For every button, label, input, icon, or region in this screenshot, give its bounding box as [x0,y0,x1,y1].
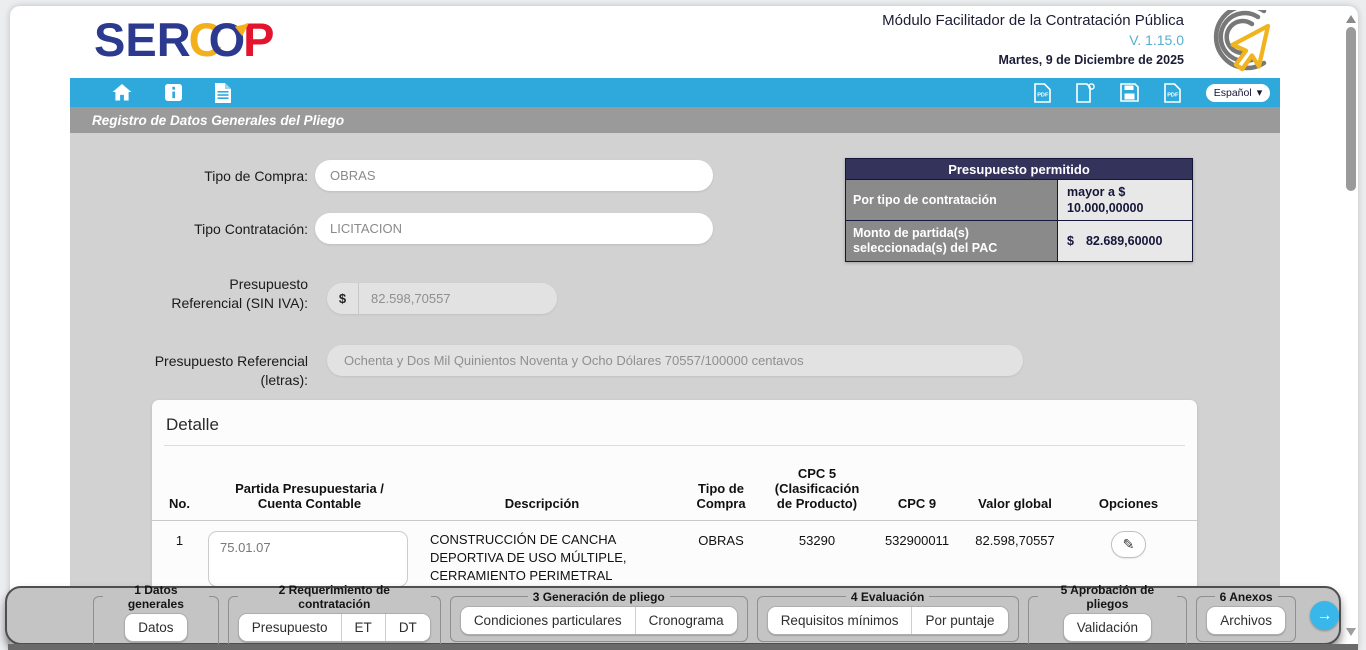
tipo-contratacion-label: Tipo Contratación: [138,220,308,239]
pdf-print-icon[interactable]: PDF [1164,83,1181,103]
save-icon[interactable] [1120,83,1139,102]
pp-row1-label: Por tipo de contratación [846,180,1058,220]
vertical-scrollbar [1344,6,1358,650]
new-document-icon[interactable] [1076,83,1095,103]
datos-button[interactable]: Datos [124,613,187,642]
col-header-partida: Partida Presupuestaria / Cuenta Contable [207,481,412,511]
tipo-compra-input[interactable]: OBRAS [315,160,713,191]
logo-text-o: O [209,13,246,66]
dt-button[interactable]: DT [386,614,430,641]
row-cpc5: 53290 [770,531,864,548]
pp-row2-amount: 82.689,60000 [1086,233,1162,249]
et-button[interactable]: ET [342,614,386,641]
page-title: Registro de Datos Generales del Pliego [70,107,1280,133]
col-header-cpc5: CPC 5 (Clasificación de Producto) [770,466,864,511]
info-icon[interactable] [165,84,182,101]
pp-row2-value: $ 82.689,60000 [1058,221,1192,261]
por-puntaje-button[interactable]: Por puntaje [912,607,1007,634]
validacion-button[interactable]: Validación [1063,613,1152,642]
col-header-opciones: Opciones [1060,496,1197,511]
form-area: Tipo de Compra: OBRAS Tipo Contratación:… [70,133,1280,650]
app-date: Martes, 9 de Diciembre de 2025 [882,53,1184,67]
tipo-compra-label: Tipo de Compra: [158,167,308,186]
row-valor-global: 82.598,70557 [970,531,1060,548]
home-icon[interactable] [112,84,132,101]
presupuesto-siniva-value: 82.598,70557 [359,291,451,306]
nav-group-legend: 6 Anexos [1215,590,1278,604]
row-cpc9: 532900011 [864,531,970,548]
app-header: SERCOP Módulo Facilitador de la Contrata… [70,6,1280,78]
edit-row-button[interactable]: ✎ [1111,531,1146,558]
tipo-contratacion-input[interactable]: LICITACION [315,213,713,244]
presupuesto-button[interactable]: Presupuesto [239,614,342,641]
nav-group-legend: 4 Evaluación [846,590,929,604]
nav-group-legend: 1 Datos generales [103,583,209,611]
currency-prefix: $ [327,283,359,314]
presupuesto-letras-input: Ochenta y Dos Mil Quinientos Noventa y O… [327,345,1023,376]
row-no: 1 [152,531,207,548]
nav-group-evaluacion: 4 Evaluación Requisitos mínimos Por punt… [757,590,1019,642]
col-header-valor-global: Valor global [970,496,1060,511]
language-selected-value: Español [1214,87,1252,99]
next-arrow-icon: → [1317,607,1333,625]
requisitos-minimos-button[interactable]: Requisitos mínimos [768,607,913,634]
condiciones-particulares-button[interactable]: Condiciones particulares [461,607,636,634]
language-select[interactable]: Español ▾ [1206,84,1270,102]
presupuesto-siniva-input: $ 82.598,70557 [327,283,557,314]
nav-group-requerimiento: 2 Requerimiento de contratación Presupue… [228,583,441,649]
presupuesto-letras-label: Presupuesto Referencial (letras): [138,352,308,390]
logo-text-ser: SER [94,13,191,66]
col-header-descripcion: Descripción [412,496,672,511]
scroll-down-arrow-icon[interactable] [1346,628,1356,636]
sercop-logo: SERCOP [94,14,275,66]
nav-group-anexos: 6 Anexos Archivos [1196,590,1296,642]
scrollbar-thumb[interactable] [1346,27,1356,191]
svg-text:PDF: PDF [1167,92,1179,98]
pp-row2-currency: $ [1067,233,1074,249]
svg-text:PDF: PDF [1037,92,1049,98]
nav-group-legend: 3 Generación de pliego [528,590,670,604]
app-version: V. 1.15.0 [882,32,1184,48]
pp-row2-label: Monto de partida(s) seleccionada(s) del … [846,221,1058,261]
row-tipo-compra: OBRAS [672,531,770,548]
nav-group-legend: 2 Requerimiento de contratación [238,583,431,611]
archivos-button[interactable]: Archivos [1206,606,1286,635]
main-toolbar: PDF PDF Español ▾ [70,78,1280,107]
presupuesto-siniva-label: Presupuesto Referencial (SIN IVA): [158,275,308,313]
col-header-no: No. [152,496,207,511]
nav-group-datos-generales: 1 Datos generales Datos [93,583,219,649]
cronograma-button[interactable]: Cronograma [636,607,737,634]
table-row: Monto de partida(s) seleccionada(s) del … [846,221,1192,261]
col-header-tipo-compra: Tipo de Compra [672,481,770,511]
nav-group-generacion-pliego: 3 Generación de pliego Condiciones parti… [450,590,748,642]
pdf-export-icon[interactable]: PDF [1034,83,1051,103]
bottom-navigation-bar: 1 Datos generales Datos 2 Requerimiento … [5,586,1341,645]
nav-group-aprobacion: 5 Aprobación de pliegos Validación [1028,583,1188,649]
bottom-edge-strip [8,644,1358,650]
partida-input[interactable]: 75.01.07 [208,531,408,587]
table-row: Por tipo de contratación mayor a $ 10.00… [846,180,1192,221]
next-step-button[interactable]: → [1310,601,1339,630]
nav-group-legend: 5 Aprobación de pliegos [1038,583,1178,611]
col-header-cpc9: CPC 9 [864,496,970,511]
scroll-up-arrow-icon[interactable] [1346,15,1356,23]
pp-row1-value: mayor a $ 10.000,00000 [1058,180,1192,220]
presupuesto-permitido-table: Presupuesto permitido Por tipo de contra… [845,158,1193,262]
chevron-down-icon: ▾ [1257,88,1263,98]
pencil-icon: ✎ [1123,536,1135,553]
cursor-arcs-logo [1196,10,1276,79]
document-icon[interactable] [215,83,231,103]
app-title: Módulo Facilitador de la Contratación Pú… [882,12,1184,29]
presupuesto-permitido-title: Presupuesto permitido [846,159,1192,180]
detalle-table-header: No. Partida Presupuestaria / Cuenta Cont… [152,446,1197,521]
main-window: SERCOP Módulo Facilitador de la Contrata… [10,6,1358,650]
detalle-title: Detalle [166,415,1183,435]
